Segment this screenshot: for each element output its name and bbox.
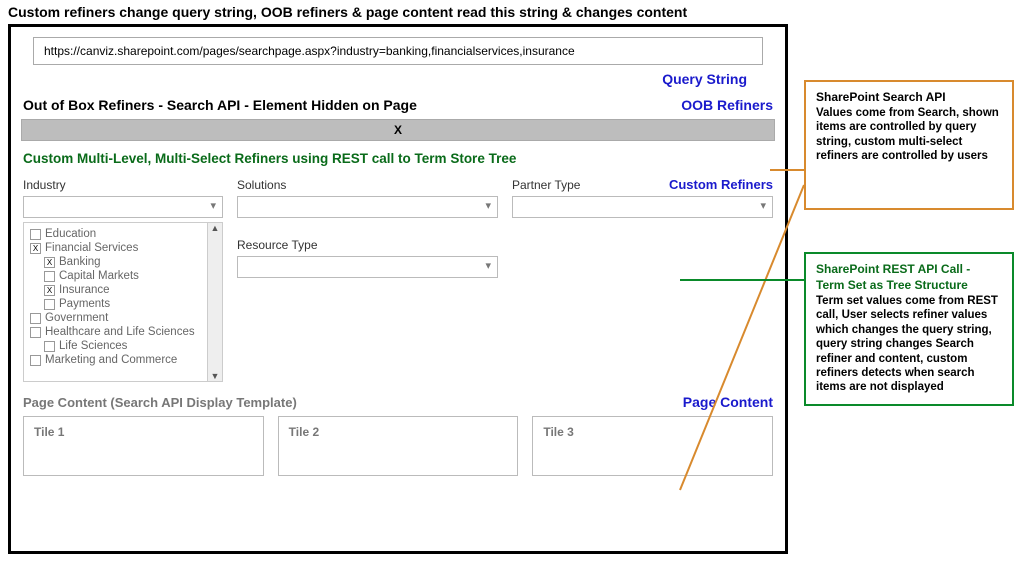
solutions-label: Solutions	[237, 176, 498, 196]
scroll-up-icon[interactable]: ▲	[208, 223, 222, 233]
tile: Tile 3	[532, 416, 773, 476]
tree-item-label: Healthcare and Life Sciences	[45, 326, 195, 338]
tree-item-label: Life Sciences	[59, 340, 127, 352]
tiles-row: Tile 1Tile 2Tile 3	[19, 414, 777, 478]
checkbox-icon[interactable]	[44, 271, 55, 282]
oob-header-text: Out of Box Refiners - Search API - Eleme…	[23, 97, 417, 113]
custom-refiners-heading: Custom Multi-Level, Multi-Select Refiner…	[19, 149, 777, 176]
tree-item[interactable]: Education	[30, 227, 216, 241]
tree-item[interactable]: Marketing and Commerce	[30, 353, 216, 367]
tree-item[interactable]: X Insurance	[30, 283, 216, 297]
partner-type-dropdown[interactable]	[512, 196, 773, 218]
tree-item[interactable]: Capital Markets	[30, 269, 216, 283]
custom-refiners-label: Custom Refiners	[669, 177, 773, 192]
industry-refiner: Industry Education X Financial Services X Ba…	[23, 176, 223, 382]
tree-item-label: Financial Services	[45, 242, 138, 254]
solutions-refiner: Solutions Resource Type	[237, 176, 498, 382]
resource-type-dropdown[interactable]	[237, 256, 498, 278]
callout-search-api-title: SharePoint Search API	[816, 90, 1002, 106]
query-string-label: Query String	[19, 67, 777, 95]
tree-item[interactable]: X Banking	[30, 255, 216, 269]
tree-item[interactable]: Payments	[30, 297, 216, 311]
page-content-header: Page Content (Search API Display Templat…	[19, 382, 777, 414]
tree-item-label: Capital Markets	[59, 270, 139, 282]
callout-rest-api: SharePoint REST API Call - Term Set as T…	[804, 252, 1014, 406]
tile: Tile 1	[23, 416, 264, 476]
tree-item[interactable]: X Financial Services	[30, 241, 216, 255]
checkbox-icon[interactable]	[30, 355, 41, 366]
page-content-label: Page Content	[683, 394, 773, 410]
callout-rest-api-body: Term set values come from REST call, Use…	[816, 294, 1002, 395]
tree-item-label: Banking	[59, 256, 101, 268]
page-content-title: Page Content (Search API Display Templat…	[23, 395, 297, 410]
checkbox-icon[interactable]: X	[44, 285, 55, 296]
checkbox-icon[interactable]	[44, 299, 55, 310]
callout-rest-api-title2: Term Set as Tree Structure	[816, 278, 1002, 294]
tree-item[interactable]: Government	[30, 311, 216, 325]
scrollbar[interactable]: ▲ ▼	[207, 223, 222, 381]
checkbox-icon[interactable]: X	[44, 257, 55, 268]
partner-type-refiner: Partner Type Custom Refiners	[512, 176, 773, 382]
checkbox-icon[interactable]	[30, 313, 41, 324]
oob-label: OOB Refiners	[681, 97, 773, 113]
tree-item-label: Education	[45, 228, 96, 240]
refiners-row: Industry Education X Financial Services X Ba…	[19, 176, 777, 382]
url-display: https://canviz.sharepoint.com/pages/sear…	[33, 37, 763, 65]
checkbox-icon[interactable]: X	[30, 243, 41, 254]
oob-hidden-element-bar: X	[21, 119, 775, 141]
checkbox-icon[interactable]	[44, 341, 55, 352]
industry-dropdown[interactable]	[23, 196, 223, 218]
tree-item-label: Insurance	[59, 284, 110, 296]
partner-type-label: Partner Type	[512, 176, 580, 196]
callout-search-api-body: Values come from Search, shown items are…	[816, 106, 1002, 164]
solutions-dropdown[interactable]	[237, 196, 498, 218]
resource-type-label: Resource Type	[237, 236, 498, 256]
scroll-down-icon[interactable]: ▼	[208, 371, 222, 381]
industry-label: Industry	[23, 176, 223, 196]
tree-item[interactable]: Healthcare and Life Sciences	[30, 325, 216, 339]
callout-rest-api-title1: SharePoint REST API Call -	[816, 262, 1002, 278]
tree-item-label: Payments	[59, 298, 110, 310]
tree-item[interactable]: Life Sciences	[30, 339, 216, 353]
checkbox-icon[interactable]	[30, 229, 41, 240]
tree-item-label: Government	[45, 312, 108, 324]
tree-item-label: Marketing and Commerce	[45, 354, 177, 366]
page-title: Custom refiners change query string, OOB…	[0, 0, 1024, 24]
tile: Tile 2	[278, 416, 519, 476]
oob-section-header: Out of Box Refiners - Search API - Eleme…	[19, 95, 777, 115]
checkbox-icon[interactable]	[30, 327, 41, 338]
callout-search-api: SharePoint Search API Values come from S…	[804, 80, 1014, 210]
main-panel: https://canviz.sharepoint.com/pages/sear…	[8, 24, 788, 554]
industry-tree[interactable]: Education X Financial Services X Banking Capi…	[23, 222, 223, 382]
